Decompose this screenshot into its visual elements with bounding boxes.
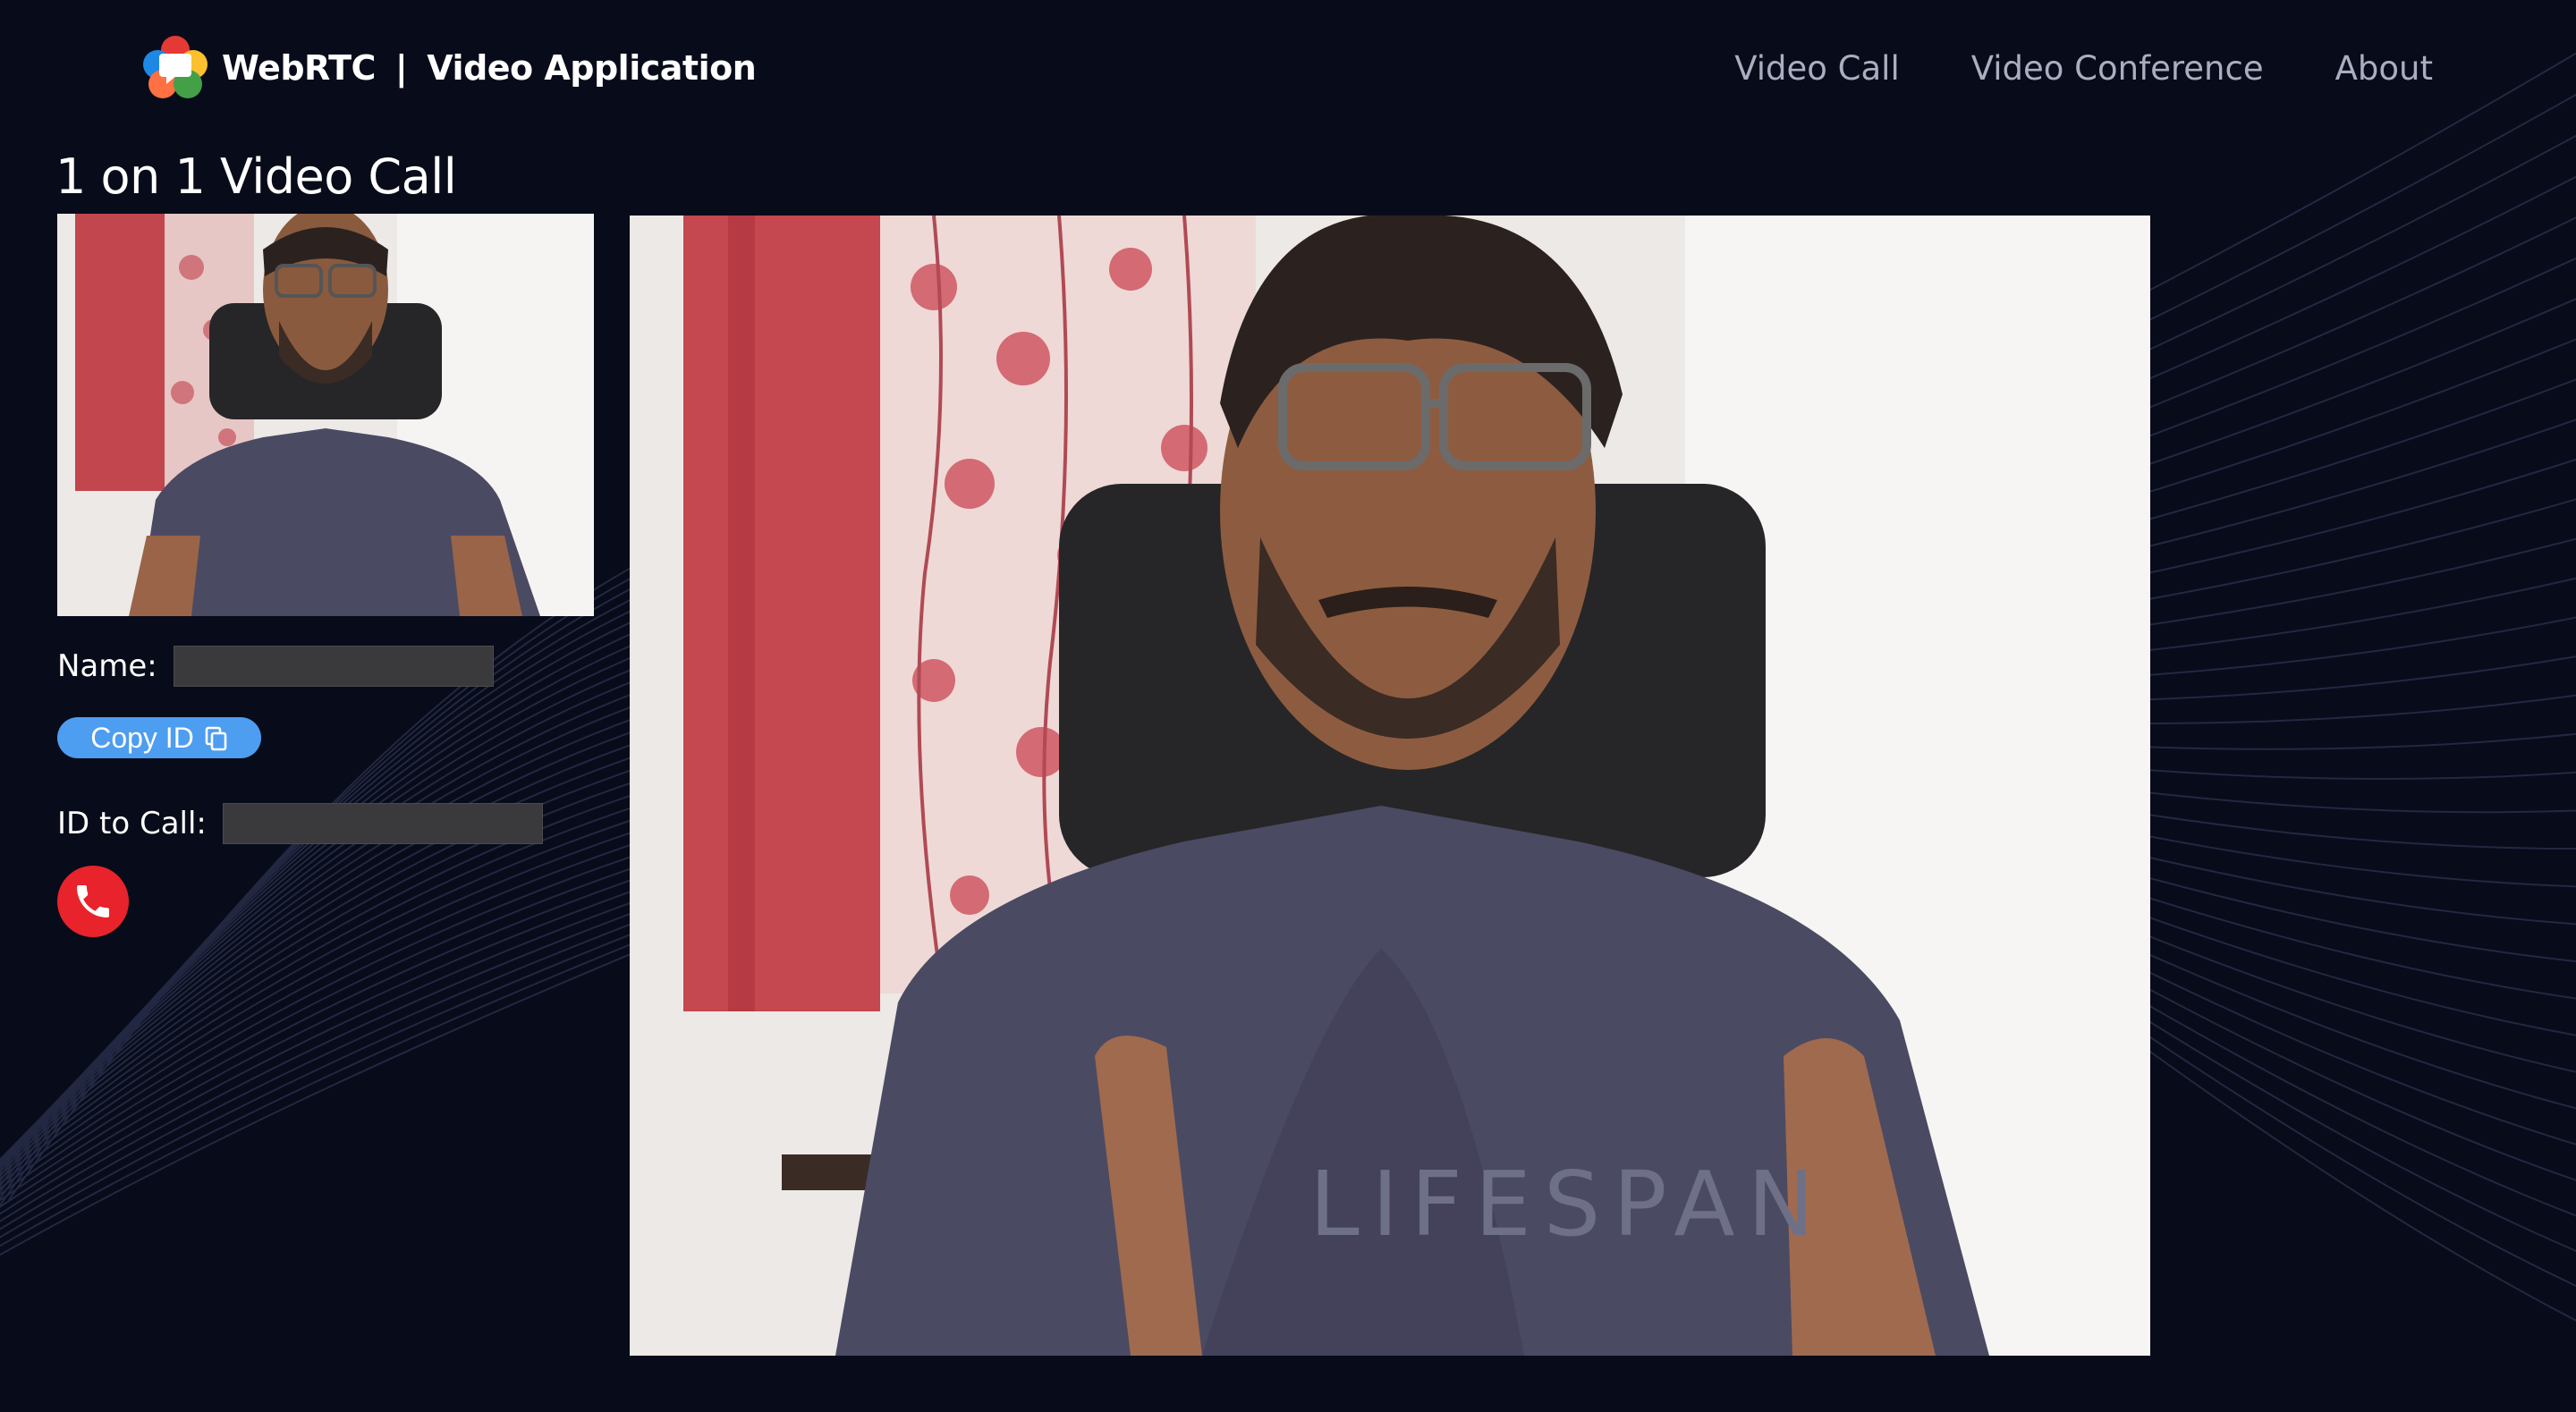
page-title: 1 on 1 Video Call (55, 148, 457, 205)
svg-text:LIFESPAN: LIFESPAN (1309, 1152, 1827, 1256)
name-input[interactable] (173, 646, 494, 687)
name-label: Name: (57, 648, 157, 684)
id-to-call-label: ID to Call: (57, 806, 207, 841)
name-row: Name: (57, 644, 494, 689)
brand-title: WebRTC | Video Application (222, 45, 757, 91)
top-nav: Video Call Video Conference About (1663, 47, 2433, 89)
webrtc-logo-icon[interactable] (141, 34, 209, 102)
nav-video-conference[interactable]: Video Conference (1971, 49, 2264, 88)
app-root: WebRTC | Video Application Video Call Vi… (0, 0, 2576, 1412)
brand-name: WebRTC (222, 48, 376, 88)
brand-app-name: Video Application (427, 48, 757, 88)
copy-id-label: Copy ID (90, 721, 194, 754)
local-video (57, 214, 594, 616)
id-to-call-input[interactable] (222, 803, 543, 844)
remote-video: LIFESPAN (630, 216, 2150, 1356)
copy-id-button[interactable]: Copy ID (57, 717, 261, 758)
id-to-call-row: ID to Call: (57, 801, 543, 846)
copy-icon (205, 725, 228, 751)
nav-about[interactable]: About (2335, 49, 2433, 88)
brand-separator: | (394, 48, 408, 88)
phone-icon (77, 885, 109, 917)
nav-video-call[interactable]: Video Call (1734, 49, 1900, 88)
call-button[interactable] (57, 866, 129, 937)
